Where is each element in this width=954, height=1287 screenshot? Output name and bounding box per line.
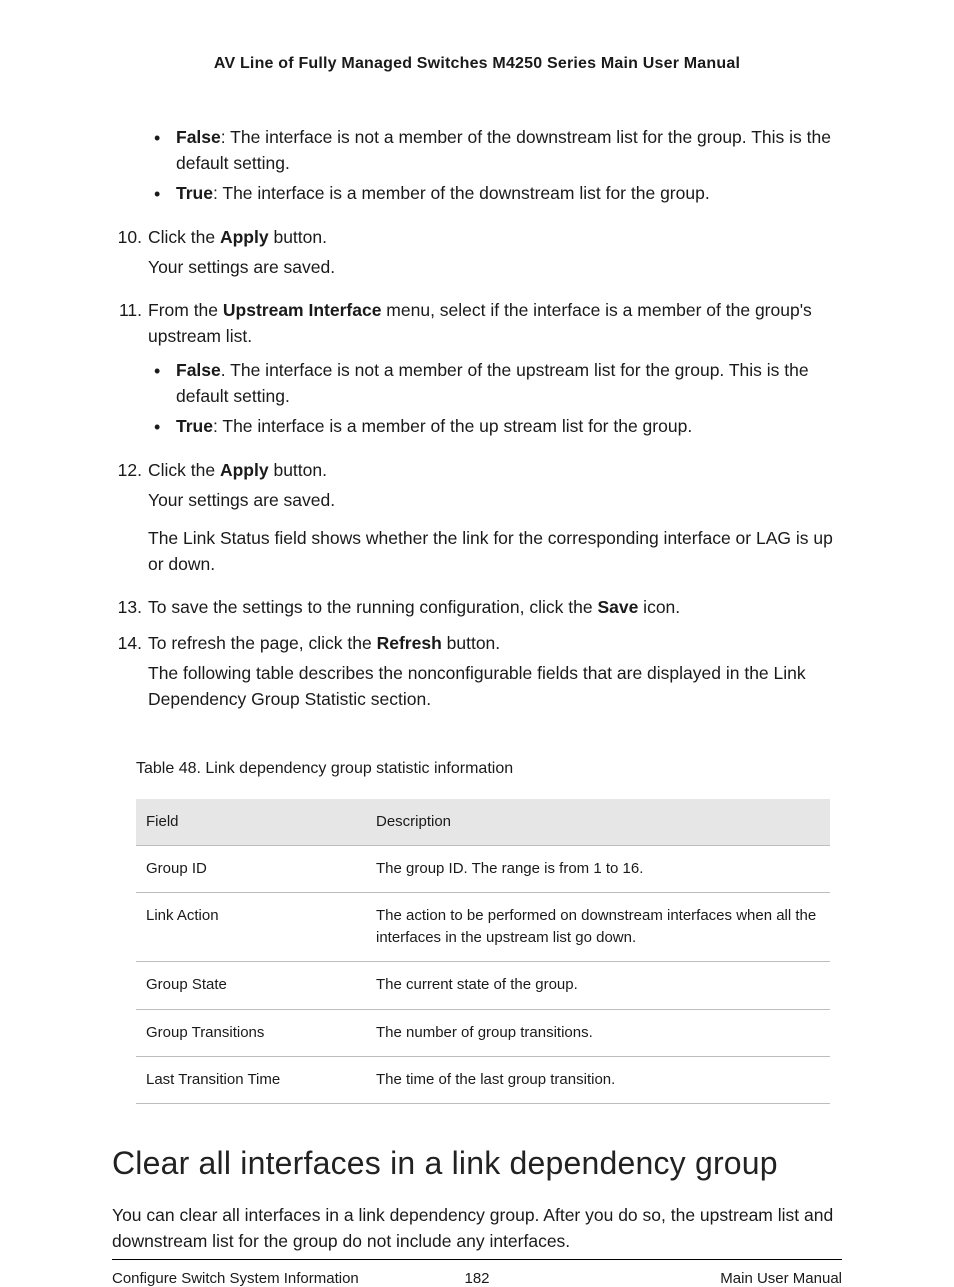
upstream-interface-label: Upstream Interface	[223, 300, 382, 320]
step-number: 11.	[112, 298, 148, 354]
text: The Link Status field shows whether the …	[148, 526, 842, 578]
table-header-field: Field	[136, 799, 366, 846]
bullet-list-downstream: False: The interface is not a member of …	[112, 125, 842, 207]
table-caption: Table 48. Link dependency group statisti…	[136, 757, 842, 781]
page: AV Line of Fully Managed Switches M4250 …	[0, 0, 954, 1235]
text: To save the settings to the running conf…	[148, 597, 597, 617]
page-footer: Configure Switch System Information 182 …	[112, 1259, 842, 1287]
apply-label: Apply	[220, 227, 269, 247]
cell-field: Link Action	[136, 893, 366, 962]
step-13: 13. To save the settings to the running …	[112, 595, 842, 625]
table-row: Group ID The group ID. The range is from…	[136, 845, 830, 892]
bullet-item: True: The interface is a member of the d…	[154, 181, 842, 207]
bullet-item: False. The interface is not a member of …	[154, 358, 842, 410]
text: Click the	[148, 460, 220, 480]
table-row: Link Action The action to be performed o…	[136, 893, 830, 962]
bullet-label: True	[176, 416, 213, 436]
cell-field: Group ID	[136, 845, 366, 892]
cell-desc: The current state of the group.	[366, 962, 830, 1009]
table-row: Group State The current state of the gro…	[136, 962, 830, 1009]
bullet-label: True	[176, 183, 213, 203]
save-label: Save	[597, 597, 638, 617]
text: icon.	[638, 597, 680, 617]
apply-label: Apply	[220, 460, 269, 480]
cell-desc: The group ID. The range is from 1 to 16.	[366, 845, 830, 892]
step-number: 13.	[112, 595, 148, 625]
cell-desc: The number of group transitions.	[366, 1009, 830, 1056]
bullet-text: : The interface is a member of the up st…	[213, 416, 692, 436]
text: button.	[269, 227, 327, 247]
text: Your settings are saved.	[148, 255, 842, 281]
text: From the	[148, 300, 223, 320]
bullet-item: False: The interface is not a member of …	[154, 125, 842, 177]
bullet-text: : The interface is not a member of the d…	[176, 127, 831, 173]
text: To refresh the page, click the	[148, 633, 377, 653]
step-11: 11. From the Upstream Interface menu, se…	[112, 298, 842, 354]
step-14: 14. To refresh the page, click the Refre…	[112, 631, 842, 717]
footer-left: Configure Switch System Information	[112, 1270, 464, 1287]
text: The following table describes the noncon…	[148, 661, 842, 713]
bullet-list-upstream: False. The interface is not a member of …	[112, 358, 842, 440]
cell-desc: The action to be performed on downstream…	[366, 893, 830, 962]
text: button.	[442, 633, 500, 653]
step-number: 12.	[112, 458, 148, 582]
bullet-text: : The interface is a member of the downs…	[213, 183, 710, 203]
text: Your settings are saved.	[148, 488, 842, 514]
step-number: 14.	[112, 631, 148, 717]
link-dependency-table: Field Description Group ID The group ID.…	[136, 799, 830, 1104]
cell-field: Last Transition Time	[136, 1056, 366, 1103]
footer-right: Main User Manual	[490, 1270, 842, 1287]
section-paragraph: You can clear all interfaces in a link d…	[112, 1203, 842, 1255]
step-10: 10. Click the Apply button. Your setting…	[112, 225, 842, 285]
table-header-desc: Description	[366, 799, 830, 846]
text: Click the	[148, 227, 220, 247]
cell-desc: The time of the last group transition.	[366, 1056, 830, 1103]
footer-page-number: 182	[464, 1270, 489, 1287]
section-heading: Clear all interfaces in a link dependenc…	[112, 1140, 842, 1187]
bullet-label: False	[176, 127, 221, 147]
bullet-text: . The interface is not a member of the u…	[176, 360, 809, 406]
bullet-label: False	[176, 360, 221, 380]
table-row: Last Transition Time The time of the las…	[136, 1056, 830, 1103]
doc-header: AV Line of Fully Managed Switches M4250 …	[112, 55, 842, 73]
step-number: 10.	[112, 225, 148, 285]
bullet-item: True: The interface is a member of the u…	[154, 414, 842, 440]
text: button.	[269, 460, 327, 480]
content-area: False: The interface is not a member of …	[112, 125, 842, 1259]
table-row: Group Transitions The number of group tr…	[136, 1009, 830, 1056]
cell-field: Group State	[136, 962, 366, 1009]
refresh-label: Refresh	[377, 633, 442, 653]
cell-field: Group Transitions	[136, 1009, 366, 1056]
step-12: 12. Click the Apply button. Your setting…	[112, 458, 842, 582]
